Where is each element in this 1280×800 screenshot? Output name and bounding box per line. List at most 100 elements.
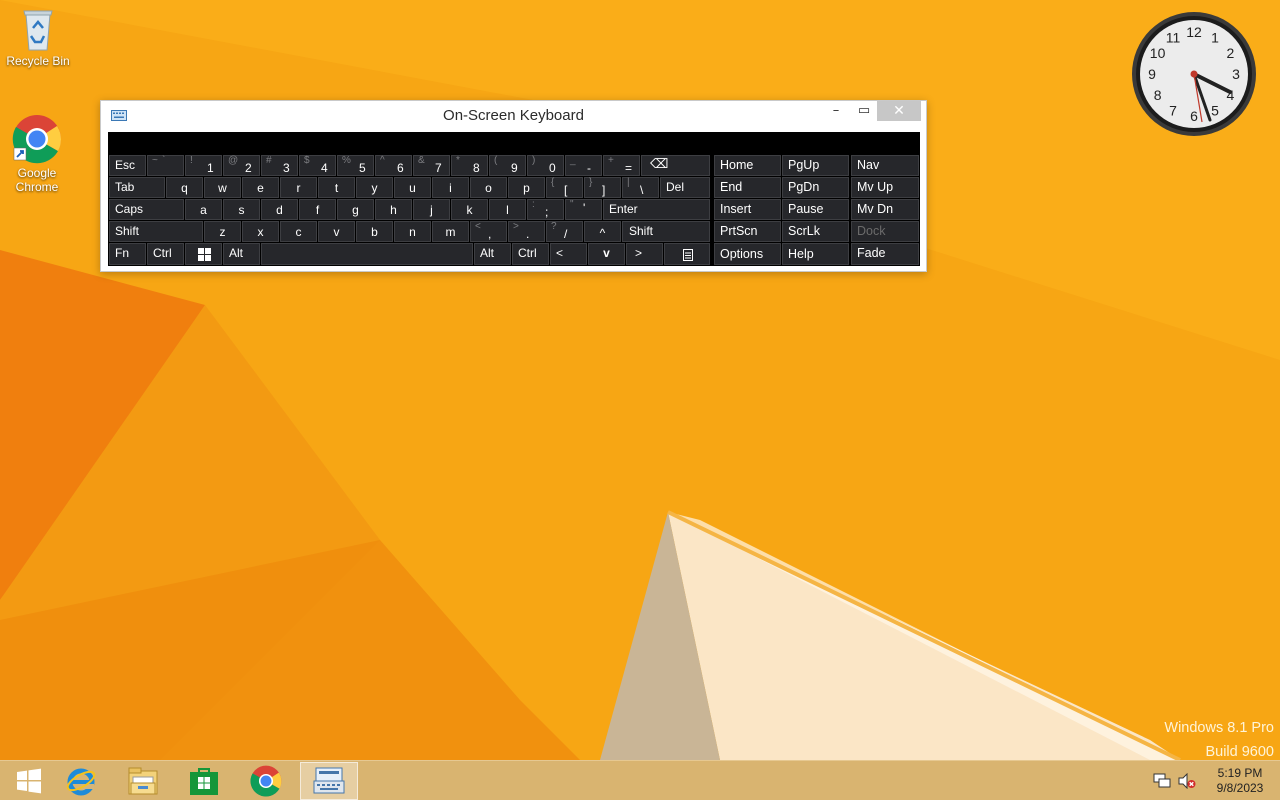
key-8[interactable]: * 8 [451,155,488,176]
key-insert[interactable]: Insert [714,199,781,220]
key-ctrl-right[interactable]: Ctrl [512,243,549,265]
key-space[interactable] [261,243,473,265]
taskbar-file-explorer[interactable] [114,762,172,800]
key-semicolon[interactable]: :; [527,199,564,220]
key-u[interactable]: u [394,177,431,198]
key-3[interactable]: #3 [261,155,298,176]
volume-muted-icon[interactable] [1178,773,1196,789]
key-q[interactable]: q [166,177,203,198]
key-comma[interactable]: <, [470,221,507,242]
key-home[interactable]: Home [714,155,781,176]
key-a[interactable]: a [185,199,222,220]
key-s[interactable]: s [223,199,260,220]
key-enter[interactable]: Enter [603,199,710,220]
key-del[interactable]: Del [660,177,710,198]
key-mvup[interactable]: Mv Up [851,177,919,198]
key-y[interactable]: y [356,177,393,198]
key-2[interactable]: @2 [223,155,260,176]
key-nav[interactable]: Nav [851,155,919,176]
start-button[interactable] [0,762,58,800]
key-k[interactable]: k [451,199,488,220]
key-5[interactable]: % 5 [337,155,374,176]
key-7[interactable]: & 7 [413,155,450,176]
key-windows[interactable] [185,243,222,265]
key-o[interactable]: o [470,177,507,198]
key-mvdn[interactable]: Mv Dn [851,199,919,220]
key-x[interactable]: x [242,221,279,242]
clock-gadget[interactable]: 12 1234567891011 [1130,10,1258,138]
close-button[interactable]: ✕ [877,101,921,121]
key-backslash[interactable]: | \ [622,177,659,198]
key-pgup[interactable]: PgUp [782,155,849,176]
key-menu[interactable] [664,243,710,265]
key-fade[interactable]: Fade [851,243,919,265]
key-tilde[interactable]: ~ ` [147,155,184,176]
network-icon[interactable] [1153,773,1171,789]
key-n[interactable]: n [394,221,431,242]
key-up-arrow[interactable]: ^ [584,221,621,242]
key-r[interactable]: r [280,177,317,198]
key-help[interactable]: Help [782,243,849,265]
key-pgdn[interactable]: PgDn [782,177,849,198]
key-lbracket[interactable]: {[ [546,177,583,198]
osk-title-bar[interactable]: On-Screen Keyboard – ▭ ✕ [101,101,926,131]
key-end[interactable]: End [714,177,781,198]
key-tab[interactable]: Tab [109,177,165,198]
key-i[interactable]: i [432,177,469,198]
on-screen-keyboard-window[interactable]: On-Screen Keyboard – ▭ ✕ Esc ~ ` ! 1 @2 #3… [100,100,927,272]
key-right-arrow[interactable]: > [626,243,663,265]
key-g[interactable]: g [337,199,374,220]
key-b[interactable]: b [356,221,393,242]
key-d[interactable]: d [261,199,298,220]
key-1[interactable]: ! 1 [185,155,222,176]
key-caps[interactable]: Caps [109,199,184,220]
key-rbracket[interactable]: }] [584,177,621,198]
key-backspace[interactable]: ⌫ [641,155,710,176]
key-shift-right[interactable]: Shift [622,221,710,242]
key-pause[interactable]: Pause [782,199,849,220]
taskbar-clock[interactable]: 5:19 PM 9/8/2023 [1210,766,1270,796]
key-esc[interactable]: Esc [109,155,146,176]
key-alt-right[interactable]: Alt [474,243,511,265]
key-t[interactable]: t [318,177,355,198]
key-0[interactable]: ) 0 [527,155,564,176]
taskbar-chrome[interactable] [237,762,295,800]
key-9[interactable]: (9 [489,155,526,176]
key-label: PgUp [788,158,820,172]
key-prtscn[interactable]: PrtScn [714,221,781,242]
key-v[interactable]: v [318,221,355,242]
key-slash[interactable]: ? / [546,221,583,242]
key-e[interactable]: e [242,177,279,198]
key-down-arrow[interactable]: v [588,243,625,265]
key-quote[interactable]: " ' [565,199,602,220]
taskbar-internet-explorer[interactable] [52,762,110,800]
key-options[interactable]: Options [714,243,781,265]
key-6[interactable]: ^ 6 [375,155,412,176]
key-m[interactable]: m [432,221,469,242]
recycle-bin-desktop-icon[interactable]: Recycle Bin [1,6,75,68]
key-4[interactable]: $4 [299,155,336,176]
key-h[interactable]: h [375,199,412,220]
key-label: Shift [629,224,654,238]
key-minus[interactable]: _ - [565,155,602,176]
google-chrome-desktop-icon[interactable]: Google Chrome [0,114,74,194]
key-j[interactable]: j [413,199,450,220]
key-l[interactable]: l [489,199,526,220]
key-ctrl-left[interactable]: Ctrl [147,243,184,265]
key-f[interactable]: f [299,199,336,220]
key-fn[interactable]: Fn [109,243,146,265]
key-z[interactable]: z [204,221,241,242]
key-c[interactable]: c [280,221,317,242]
key-alt-left[interactable]: Alt [223,243,260,265]
key-p[interactable]: p [508,177,545,198]
key-period[interactable]: >. [508,221,545,242]
key-left-arrow[interactable]: < [550,243,587,265]
maximize-button[interactable]: ▭ [851,101,877,121]
taskbar-store[interactable] [175,762,233,800]
key-shift-left[interactable]: Shift [109,221,203,242]
minimize-button[interactable]: – [823,101,849,121]
key-w[interactable]: w [204,177,241,198]
key-scrlk[interactable]: ScrLk [782,221,849,242]
key-equal[interactable]: + = [603,155,640,176]
taskbar-on-screen-keyboard[interactable] [300,762,358,800]
